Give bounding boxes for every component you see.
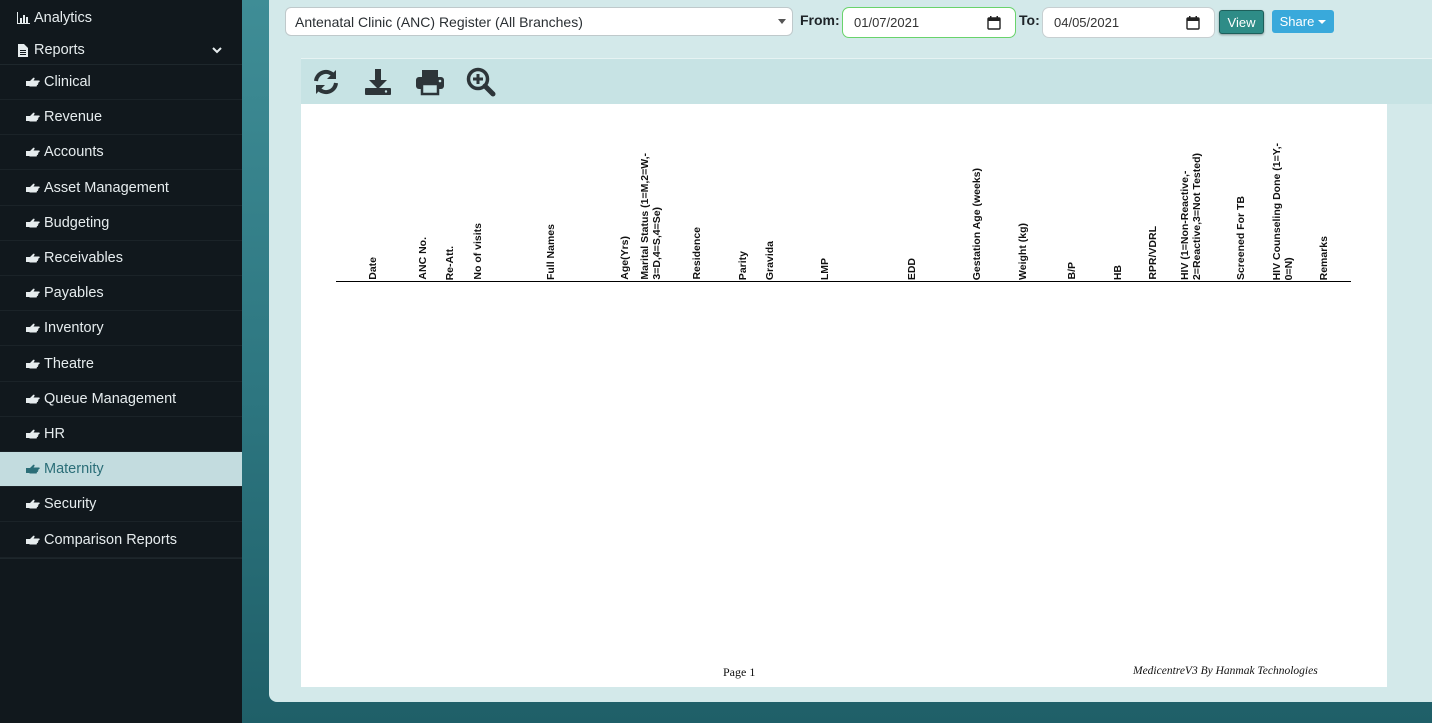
sidebar-item-label: Maternity — [44, 461, 104, 478]
calendar-icon[interactable] — [987, 16, 1001, 30]
calendar-icon[interactable] — [1186, 16, 1200, 30]
column-header: Residence — [691, 227, 703, 280]
sidebar-item-label: Clinical — [44, 74, 91, 90]
hand-pointer-icon — [26, 392, 40, 406]
hand-pointer-icon — [26, 321, 40, 335]
sidebar-item-reports[interactable]: Reports — [0, 38, 242, 62]
report-footer-brand: MedicentreV3 By Hanmak Technologies — [1133, 665, 1318, 677]
refresh-icon[interactable] — [311, 67, 341, 97]
sidebar-item-budgeting[interactable]: Budgeting — [0, 206, 242, 241]
hand-pointer-icon — [26, 533, 40, 547]
column-header: Date — [367, 257, 379, 280]
column-header: Re-Att. — [444, 245, 456, 280]
document-icon — [16, 43, 30, 57]
sidebar-item-label: Asset Management — [44, 179, 169, 196]
sidebar-item-theatre[interactable]: Theatre — [0, 347, 242, 382]
sidebar-item-label: Accounts — [44, 144, 104, 161]
main-panel: Antenatal Clinic (ANC) Register (All Bra… — [269, 0, 1432, 702]
sidebar-item-label: Revenue — [44, 109, 103, 126]
column-header: Weight (kg) — [1017, 223, 1029, 280]
sidebar-item-label: Security — [44, 496, 97, 513]
column-header: Screened For TB — [1235, 195, 1247, 280]
column-header: Full Names — [545, 223, 557, 280]
sidebar-item-asset-management[interactable]: Asset Management — [0, 171, 242, 206]
zoom-in-icon[interactable] — [466, 67, 496, 97]
hand-pointer-icon — [26, 427, 40, 441]
from-date-input[interactable]: 01/07/2021 — [842, 7, 1016, 38]
to-label: To: — [1019, 12, 1040, 28]
chevron-down-icon — [778, 19, 786, 24]
sidebar-item-accounts[interactable]: Accounts — [0, 135, 242, 171]
report-select-value: Antenatal Clinic (ANC) Register (All Bra… — [295, 13, 583, 30]
hand-pointer-icon — [26, 462, 40, 476]
sidebar-item-label: Theatre — [44, 355, 94, 372]
column-header: No of visits — [472, 223, 484, 280]
report-page: Date ANC No. Re-Att. No of visits Full Names… — [301, 104, 1387, 687]
download-icon[interactable] — [363, 67, 393, 97]
sidebar-item-comparison-reports[interactable]: Comparison Reports — [0, 523, 242, 558]
sidebar-item-label: Queue Management — [44, 390, 177, 407]
sidebar-divider — [0, 558, 242, 559]
sidebar-item-label: Budgeting — [44, 214, 110, 231]
column-header: Gravida — [764, 240, 776, 280]
sidebar-item-security[interactable]: Security — [0, 487, 242, 523]
hand-pointer-icon — [26, 216, 40, 230]
hand-pointer-icon — [26, 357, 40, 371]
column-header: Remarks — [1318, 235, 1330, 280]
sidebar-item-payables[interactable]: Payables — [0, 276, 242, 312]
hand-pointer-icon — [26, 497, 40, 511]
column-header: Gestation Age (weeks) — [971, 167, 983, 280]
chevron-down-icon — [1318, 19, 1327, 24]
hand-pointer-icon — [26, 75, 40, 89]
hand-pointer-icon — [26, 251, 40, 265]
sidebar-item-inventory[interactable]: Inventory — [0, 311, 242, 347]
sidebar-item-queue-management[interactable]: Queue Management — [0, 382, 242, 417]
report-select[interactable]: Antenatal Clinic (ANC) Register (All Bra… — [285, 7, 793, 36]
report-toolbar — [301, 58, 1432, 104]
to-date-input[interactable]: 04/05/2021 — [1042, 7, 1215, 38]
column-header: Marital Status (1=M,2=W,- 3=D,4=S,4=Se) — [639, 153, 663, 280]
from-date-value: 01/07/2021 — [854, 15, 920, 30]
sidebar-item-label: Comparison Reports — [44, 531, 177, 548]
header-rule — [336, 281, 1351, 282]
column-header: HB — [1112, 264, 1124, 280]
share-button-label: Share — [1279, 14, 1315, 29]
sidebar-item-maternity[interactable]: Maternity — [0, 452, 242, 488]
sidebar-item-label: HR — [44, 426, 65, 442]
page-number: Page 1 — [723, 665, 756, 679]
column-header: ANC No. — [417, 237, 429, 280]
sidebar-item-clinical[interactable]: Clinical — [0, 65, 242, 100]
column-header: HIV (1=Non-Reactive,- 2=Reactive,3=Not T… — [1179, 152, 1203, 280]
column-header: RPR/VDRL — [1147, 226, 1159, 280]
sidebar-item-label: Inventory — [44, 320, 104, 337]
print-icon[interactable] — [415, 67, 445, 97]
column-header: LMP — [819, 257, 831, 280]
sidebar-item-revenue[interactable]: Revenue — [0, 100, 242, 136]
share-button[interactable]: Share — [1272, 10, 1334, 33]
sidebar-item-receivables[interactable]: Receivables — [0, 241, 242, 276]
hand-pointer-icon — [26, 145, 40, 159]
column-header: Age(Yrs) — [619, 236, 631, 280]
column-header: EDD — [906, 257, 918, 280]
column-header: HIV Counseling Done (1=Y,- 0=N) — [1271, 142, 1295, 280]
sidebar-item-hr[interactable]: HR — [0, 417, 242, 452]
chevron-down-icon[interactable] — [212, 42, 222, 58]
sidebar-item-label: Payables — [44, 285, 104, 302]
hand-pointer-icon — [26, 286, 40, 300]
sidebar-item-label: Analytics — [34, 10, 93, 26]
from-label: From: — [800, 12, 840, 28]
to-date-value: 04/05/2021 — [1054, 15, 1120, 30]
sidebar-item-label: Receivables — [44, 250, 123, 266]
view-button[interactable]: View — [1219, 10, 1264, 34]
bar-chart-icon — [16, 11, 30, 25]
column-header: B/P — [1066, 262, 1078, 280]
hand-pointer-icon — [26, 110, 40, 124]
sidebar-item-analytics[interactable]: Analytics — [0, 6, 242, 30]
sidebar: Analytics Reports Clinical Revenue Account… — [0, 0, 242, 723]
sidebar-item-label: Reports — [34, 42, 85, 58]
column-header: Parity — [737, 250, 749, 280]
hand-pointer-icon — [26, 181, 40, 195]
